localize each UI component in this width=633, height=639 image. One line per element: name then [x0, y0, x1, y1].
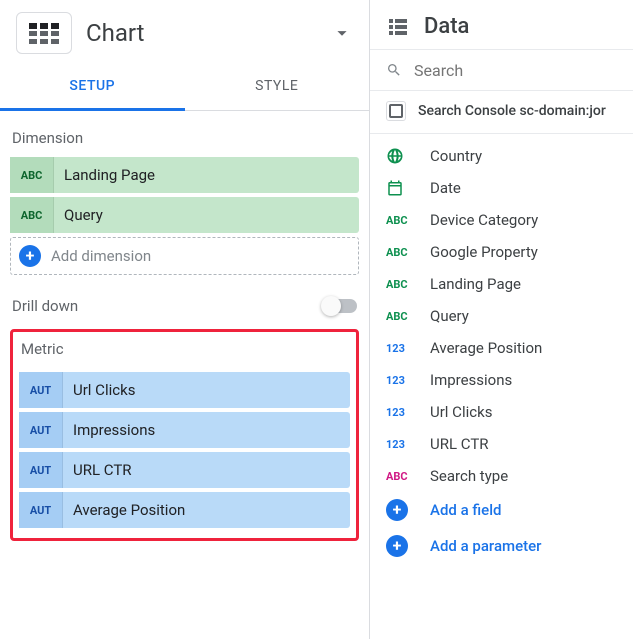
field-item[interactable]: ABC Landing Page [370, 268, 633, 300]
aut-badge: AUT [19, 412, 63, 448]
field-item[interactable]: 123 Url Clicks [370, 396, 633, 428]
aut-badge: AUT [19, 372, 63, 408]
dimension-chip[interactable]: ABC Query [10, 197, 359, 233]
setup-body: Dimension ABC Landing Page ABC Query + A… [0, 111, 369, 639]
field-label: Average Position [430, 339, 542, 357]
field-item[interactable]: 123 Average Position [370, 332, 633, 364]
field-item[interactable]: ABC Query [370, 300, 633, 332]
123-icon: 123 [386, 438, 416, 451]
field-item[interactable]: ABC Device Category [370, 204, 633, 236]
data-panel: Data Search Console sc-domain:jor Countr… [370, 0, 633, 639]
plus-icon: + [19, 245, 41, 267]
tab-setup[interactable]: SETUP [0, 64, 185, 111]
metric-highlight-box: Metric AUT Url Clicks AUT Impressions AU… [10, 329, 359, 541]
metric-chip[interactable]: AUT URL CTR [19, 452, 350, 488]
metric-chip-label: Average Position [63, 501, 185, 519]
abc-badge: ABC [10, 157, 54, 193]
dimension-chip-label: Landing Page [54, 166, 155, 184]
abc-icon: ABC [386, 246, 416, 259]
field-label: Search type [430, 467, 508, 485]
chart-config-panel: Chart SETUP STYLE Dimension ABC Landing … [0, 0, 370, 639]
dimension-chip-label: Query [54, 206, 103, 224]
field-item[interactable]: Date [370, 172, 633, 204]
data-panel-title: Data [424, 14, 469, 39]
dimension-heading: Dimension [12, 129, 359, 147]
add-field-label: Add a field [430, 501, 501, 519]
field-item[interactable]: 123 URL CTR [370, 428, 633, 460]
field-label: Url Clicks [430, 403, 492, 421]
chart-type-label: Chart [86, 19, 317, 47]
field-label: Date [430, 179, 461, 197]
metric-chip-label: URL CTR [63, 461, 132, 479]
add-field-button[interactable]: + Add a field [370, 492, 633, 528]
abc-icon: ABC [386, 470, 416, 483]
globe-icon [386, 147, 416, 165]
field-label: Device Category [430, 211, 538, 229]
field-label: Query [430, 307, 469, 325]
add-parameter-button[interactable]: + Add a parameter [370, 528, 633, 564]
chart-type-selector[interactable]: Chart [0, 0, 369, 64]
aut-badge: AUT [19, 492, 63, 528]
metric-chip-label: Url Clicks [63, 381, 135, 399]
chevron-down-icon [331, 22, 353, 44]
datasource-row[interactable]: Search Console sc-domain:jor [370, 91, 633, 134]
123-icon: 123 [386, 342, 416, 355]
add-dimension-label: Add dimension [51, 247, 151, 265]
metric-chip-label: Impressions [63, 421, 155, 439]
add-dimension-button[interactable]: + Add dimension [10, 237, 359, 275]
field-label: Country [430, 147, 482, 165]
calendar-icon [386, 179, 416, 197]
field-item[interactable]: Country [370, 140, 633, 172]
metric-chip[interactable]: AUT Impressions [19, 412, 350, 448]
datasource-name: Search Console sc-domain:jor [418, 103, 606, 119]
123-icon: 123 [386, 406, 416, 419]
abc-badge: ABC [10, 197, 54, 233]
123-icon: 123 [386, 374, 416, 387]
config-tabs: SETUP STYLE [0, 64, 369, 111]
drill-down-row: Drill down [10, 275, 359, 337]
datasource-icon [386, 101, 406, 121]
field-label: Landing Page [430, 275, 521, 293]
plus-icon: + [386, 499, 416, 521]
metric-heading: Metric [21, 340, 350, 358]
search-input[interactable] [414, 61, 617, 80]
data-panel-header: Data [370, 0, 633, 50]
table-chart-icon [16, 12, 72, 54]
field-label: Google Property [430, 243, 538, 261]
data-icon [386, 15, 410, 39]
aut-badge: AUT [19, 452, 63, 488]
abc-icon: ABC [386, 278, 416, 291]
drill-down-label: Drill down [12, 297, 78, 315]
search-icon [386, 60, 402, 80]
abc-icon: ABC [386, 214, 416, 227]
metric-chip[interactable]: AUT Url Clicks [19, 372, 350, 408]
abc-icon: ABC [386, 310, 416, 323]
field-item[interactable]: 123 Impressions [370, 364, 633, 396]
field-item[interactable]: ABC Search type [370, 460, 633, 492]
field-label: URL CTR [430, 435, 489, 453]
available-fields-list: Country Date ABC Device Category ABC Googl… [370, 134, 633, 639]
field-label: Impressions [430, 371, 512, 389]
metric-chip[interactable]: AUT Average Position [19, 492, 350, 528]
field-search[interactable] [370, 50, 633, 91]
add-parameter-label: Add a parameter [430, 537, 541, 555]
drill-down-toggle[interactable] [323, 299, 357, 313]
field-item[interactable]: ABC Google Property [370, 236, 633, 268]
tab-style[interactable]: STYLE [185, 64, 370, 110]
dimension-chip[interactable]: ABC Landing Page [10, 157, 359, 193]
plus-icon: + [386, 535, 416, 557]
